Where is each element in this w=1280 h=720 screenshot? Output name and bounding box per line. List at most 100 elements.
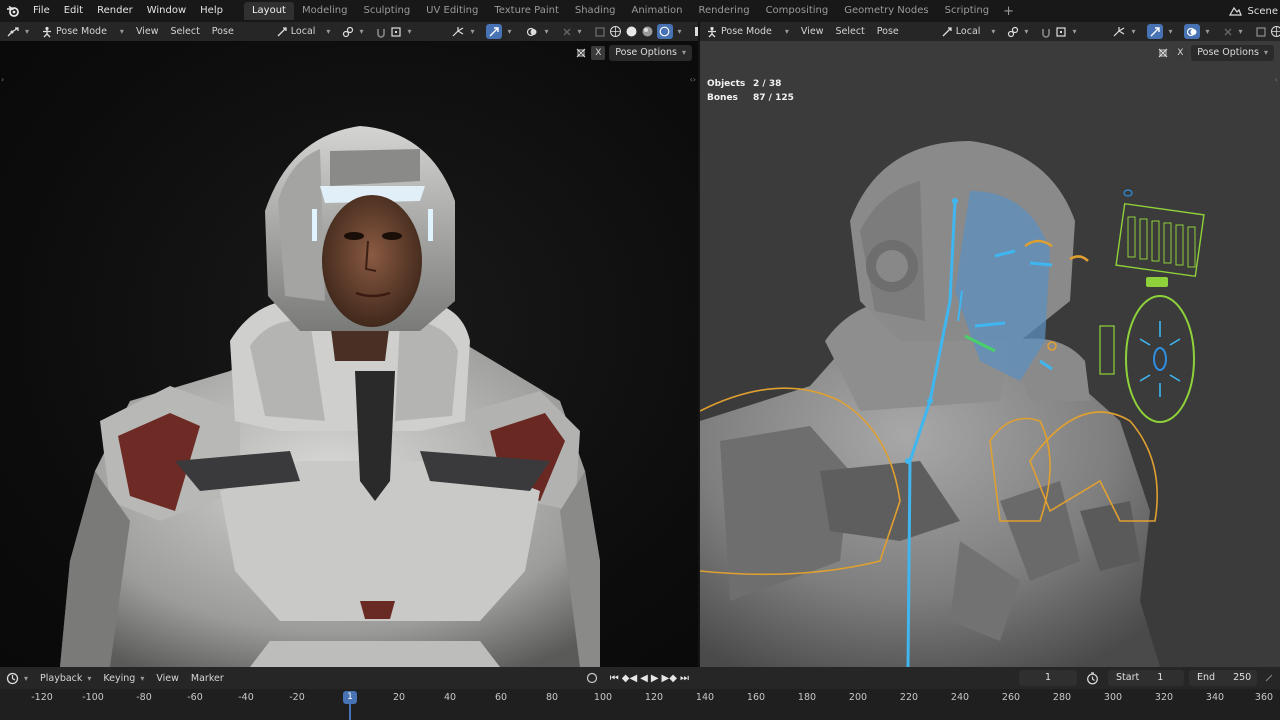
menu-pose-right[interactable]: Pose xyxy=(871,22,905,41)
tab-modeling[interactable]: Modeling xyxy=(294,2,356,20)
menu-view[interactable]: View xyxy=(130,22,165,41)
tick-label: 120 xyxy=(644,692,664,703)
mode-selector-right[interactable]: Pose Mode ▾ xyxy=(700,22,795,41)
tab-texture-paint[interactable]: Texture Paint xyxy=(486,2,567,20)
current-frame-field[interactable]: 1 xyxy=(1019,670,1077,686)
jump-end-icon[interactable]: ⏭ xyxy=(680,673,689,684)
menu-view-right[interactable]: View xyxy=(795,22,830,41)
rigged-character-view xyxy=(700,141,1205,667)
tab-compositing[interactable]: Compositing xyxy=(758,2,837,20)
tab-rendering[interactable]: Rendering xyxy=(690,2,757,20)
workspace-tabs: Layout Modeling Sculpting UV Editing Tex… xyxy=(243,0,1020,22)
jump-start-icon[interactable]: ⏮ xyxy=(610,673,619,684)
move-gizmo-icon xyxy=(486,24,503,39)
editor-type-button[interactable]: ▾ xyxy=(0,22,35,41)
timeline-menu-marker[interactable]: Marker xyxy=(185,673,230,684)
material-shading-icon[interactable] xyxy=(641,25,654,38)
playhead-frame[interactable]: 1 xyxy=(343,691,357,704)
overlays-icon xyxy=(1184,24,1201,39)
wireframe-shading-icon[interactable] xyxy=(609,25,622,38)
tick-label: -60 xyxy=(187,692,203,703)
menu-select[interactable]: Select xyxy=(164,22,205,41)
next-keyframe-icon[interactable]: ▶◆ xyxy=(662,673,677,684)
shading-buttons: ▾ xyxy=(588,22,688,41)
playhead-line[interactable] xyxy=(349,704,351,720)
prev-keyframe-icon[interactable]: ◆◀ xyxy=(622,673,637,684)
orientation-label: Local xyxy=(955,26,981,37)
add-workspace-button[interactable]: + xyxy=(997,4,1020,19)
play-icon[interactable]: ▶ xyxy=(651,673,659,684)
xray-box-icon[interactable] xyxy=(594,26,606,38)
xray-toggle-right[interactable]: ▾ xyxy=(1216,22,1249,41)
mode-selector[interactable]: Pose Mode ▾ xyxy=(35,22,130,41)
timeline-menu-view[interactable]: View xyxy=(150,673,185,684)
menu-render[interactable]: Render xyxy=(90,0,140,22)
xray-toggle[interactable]: ▾ xyxy=(555,22,588,41)
tab-sculpting[interactable]: Sculpting xyxy=(355,2,418,20)
timeline-menu-keying[interactable]: Keying ▾ xyxy=(97,673,150,684)
astronaut-render xyxy=(60,126,600,667)
auto-key-toggle[interactable] xyxy=(580,672,604,684)
viewport-gizmo-toggle-right[interactable]: ▾ xyxy=(1106,22,1141,41)
tab-layout[interactable]: Layout xyxy=(243,2,294,20)
xray-box-icon[interactable] xyxy=(1255,26,1267,38)
tick-label: 20 xyxy=(392,692,406,703)
start-label: Start xyxy=(1116,672,1140,683)
tab-animation[interactable]: Animation xyxy=(624,2,691,20)
timeline-menu-playback[interactable]: Playback ▾ xyxy=(34,673,97,684)
menu-file[interactable]: File xyxy=(26,0,57,22)
timeline-editor-type[interactable]: ▾ xyxy=(0,672,34,685)
solid-shading-icon[interactable] xyxy=(625,25,638,38)
menu-edit[interactable]: Edit xyxy=(57,0,90,22)
pose-mode-icon xyxy=(43,26,52,37)
gizmo-icon xyxy=(1114,26,1125,36)
tick-label: 320 xyxy=(1154,692,1174,703)
tick-label: -20 xyxy=(289,692,305,703)
tab-uv-editing[interactable]: UV Editing xyxy=(418,2,486,20)
tick-label: 240 xyxy=(950,692,970,703)
overlays-toggle[interactable]: ▾ xyxy=(518,22,555,41)
tick-label: 160 xyxy=(746,692,766,703)
tick-label: 40 xyxy=(443,692,457,703)
overlays-toggle-right[interactable]: ▾ xyxy=(1178,22,1215,41)
transform-gizmo-toggle-right[interactable]: ▾ xyxy=(1141,22,1178,41)
current-frame-value: 1 xyxy=(1044,672,1052,683)
face-control-panel[interactable] xyxy=(1115,202,1205,287)
tab-shading[interactable]: Shading xyxy=(567,2,624,20)
rendered-viewport[interactable]: X Pose Options ▾ › ‹› xyxy=(0,41,698,667)
pivot-selector[interactable]: ▾ xyxy=(336,22,369,41)
menu-help[interactable]: Help xyxy=(193,0,230,22)
snap-toggle-right[interactable]: ▾ xyxy=(1034,22,1082,41)
transform-gizmo-toggle[interactable]: ▾ xyxy=(480,22,517,41)
scene-icon xyxy=(1228,6,1242,16)
rendered-shading-icon[interactable] xyxy=(656,24,673,39)
end-label: End xyxy=(1197,672,1216,683)
tab-geometry-nodes[interactable]: Geometry Nodes xyxy=(836,2,936,20)
tick-label: 280 xyxy=(1052,692,1072,703)
tab-scripting[interactable]: Scripting xyxy=(937,2,997,20)
tick-label: -40 xyxy=(238,692,254,703)
frame-clock-icon[interactable] xyxy=(1086,671,1099,685)
transform-orientation-selector-right[interactable]: Local ▾ xyxy=(935,22,1002,41)
timeline-expand-icon[interactable] xyxy=(1264,673,1274,683)
menu-window[interactable]: Window xyxy=(140,0,193,22)
wireframe-shading-icon[interactable] xyxy=(1270,25,1280,38)
start-frame-field[interactable]: Start 1 xyxy=(1108,670,1184,686)
transform-orientation-selector[interactable]: Local ▾ xyxy=(270,22,337,41)
mode-label: Pose Mode xyxy=(56,26,107,37)
left-viewport-header: ▾ Pose Mode ▾ View Select Pose Local ▾ ▾ ▾… xyxy=(0,22,703,41)
blender-logo-icon[interactable] xyxy=(0,0,26,22)
solid-viewport[interactable]: X Pose Options ▾ ‹ Objects 2 / 38 Bones 87… xyxy=(700,41,1280,667)
scene-selector[interactable]: Scene xyxy=(1228,0,1280,22)
play-reverse-icon[interactable]: ◀ xyxy=(640,673,648,684)
snap-icon xyxy=(377,28,386,38)
orientation-label: Local xyxy=(290,26,316,37)
pivot-selector-right[interactable]: ▾ xyxy=(1001,22,1034,41)
timeline-ruler[interactable]: -120 -100 -80 -60 -40 -20 1 20 40 60 80 … xyxy=(0,689,1280,720)
end-frame-field[interactable]: End 250 xyxy=(1189,670,1257,686)
snap-toggle[interactable]: ▾ xyxy=(369,22,417,41)
menu-select-right[interactable]: Select xyxy=(829,22,870,41)
overlays-icon xyxy=(524,24,540,39)
viewport-gizmo-toggle[interactable]: ▾ xyxy=(445,22,480,41)
menu-pose[interactable]: Pose xyxy=(206,22,240,41)
